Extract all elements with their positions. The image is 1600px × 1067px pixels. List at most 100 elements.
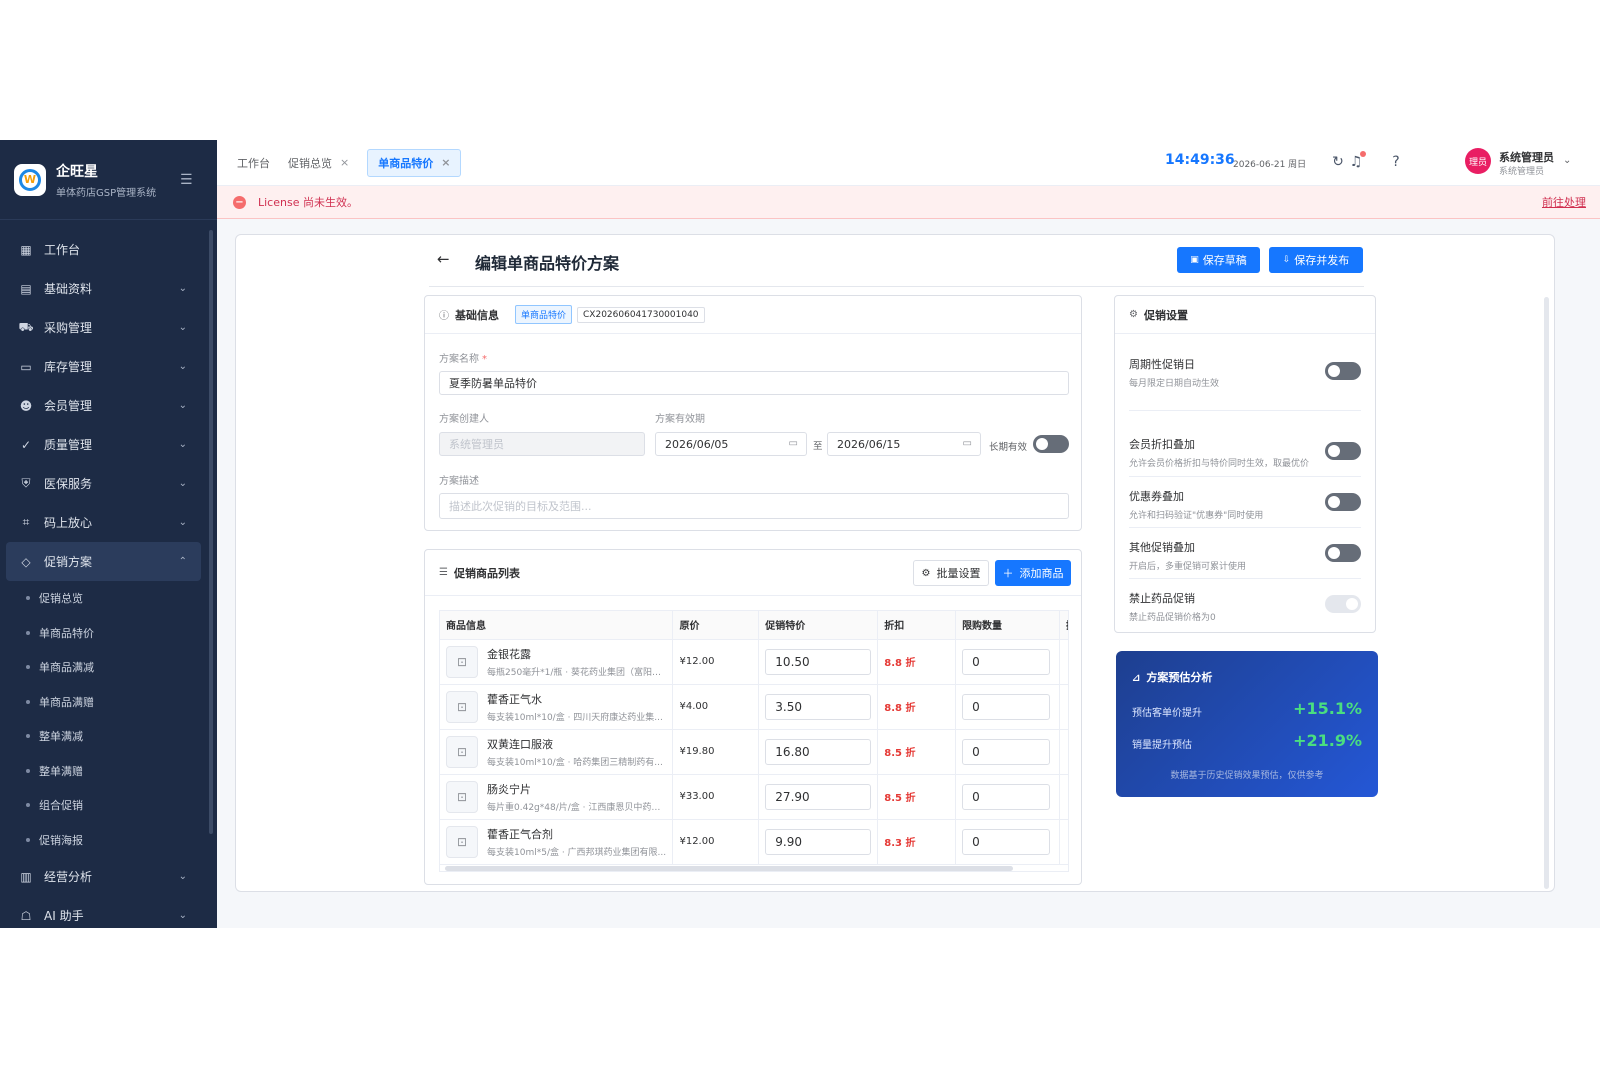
limit-qty-input[interactable]: 0 xyxy=(962,828,1051,855)
sidebar-item-label: 质量管理 xyxy=(44,438,93,452)
product-name: 双黄连口服液 xyxy=(487,737,553,751)
sidebar-item-insurance[interactable]: ⛨ 医保服务 ⌄ xyxy=(0,464,217,503)
table-header-row: 商品信息 原价 促销特价 折扣 限购数量 操 xyxy=(440,611,1068,640)
setting-desc: 允许和扫码验证"优惠券"同时使用 xyxy=(1129,511,1264,521)
label-text: 方案名称 xyxy=(439,354,479,365)
description-textarea[interactable]: 描述此次促销的目标及范围... xyxy=(439,493,1069,519)
limit-qty-input[interactable]: 0 xyxy=(962,693,1051,720)
sidebar-item-label: 促销总览 xyxy=(39,592,83,606)
sidebar-item-inventory[interactable]: ▭ 库存管理 ⌄ xyxy=(0,347,217,386)
sidebar-subitem-combo[interactable]: 组合促销 xyxy=(0,788,217,823)
limit-qty-input[interactable]: 0 xyxy=(962,648,1051,675)
robot-icon: ☖ xyxy=(20,908,32,923)
sidebar-subitem-poster[interactable]: 促销海报 xyxy=(0,823,217,858)
column-header: 商品信息 xyxy=(440,611,674,640)
sidebar-item-purchase[interactable]: ⛟ 采购管理 ⌄ xyxy=(0,308,217,347)
batch-settings-button[interactable]: ⚙ 批量设置 xyxy=(913,560,989,586)
analysis-label: 销量提升预估 xyxy=(1132,740,1192,751)
other-promo-toggle[interactable] xyxy=(1325,544,1361,562)
qr-icon: ⌗ xyxy=(22,515,30,529)
plan-name-input[interactable]: 夏季防暑单品特价 xyxy=(439,371,1069,395)
table-row: ⊡ 肠炎宁片 每片重0.42g*48/片/盒 · 江西康恩贝中药有... ¥33.0… xyxy=(440,774,1068,820)
sidebar-item-dashboard[interactable]: ▦ 工作台 xyxy=(0,230,217,269)
table-horizontal-scrollbar[interactable] xyxy=(445,866,1013,871)
tab-single-special[interactable]: 单商品特价 × xyxy=(367,148,462,177)
promo-price-input[interactable]: 16.80 xyxy=(765,738,872,765)
action-cell[interactable] xyxy=(1059,819,1068,865)
inventory-icon: ▭ xyxy=(20,359,32,374)
clock-date: 2026-06-21 周日 xyxy=(1233,160,1307,170)
action-cell[interactable] xyxy=(1059,774,1068,820)
cart-icon: ⛟ xyxy=(18,319,34,334)
sidebar-item-quality[interactable]: ✓ 质量管理 ⌄ xyxy=(0,425,217,464)
sidebar-item-promotion[interactable]: ◇ 促销方案 ⌃ xyxy=(6,542,201,581)
chevron-down-icon[interactable]: ⌄ xyxy=(1563,155,1571,166)
back-arrow-icon[interactable]: ← xyxy=(437,250,450,268)
title-text: 方案预估分析 xyxy=(1146,671,1213,684)
long-term-toggle[interactable] xyxy=(1033,435,1069,453)
refresh-icon[interactable]: ↻ xyxy=(1329,153,1347,171)
tab-promo-overview[interactable]: 促销总览 × xyxy=(288,155,349,171)
member-discount-toggle[interactable] xyxy=(1325,442,1361,460)
no-drug-promo-toggle xyxy=(1325,595,1361,613)
sidebar-subitem-single-special[interactable]: 单商品特价 xyxy=(0,616,217,651)
sidebar-item-label: 采购管理 xyxy=(44,321,93,335)
alert-action-link[interactable]: 前往处理 xyxy=(1542,194,1586,210)
product-image-icon: ⊡ xyxy=(446,645,478,678)
collapse-menu-icon[interactable]: ☰ xyxy=(180,172,193,188)
required-mark: * xyxy=(482,354,487,365)
action-cell[interactable] xyxy=(1059,639,1068,685)
button-label: 添加商品 xyxy=(1019,567,1064,580)
avatar[interactable]: 理员 xyxy=(1465,148,1491,174)
notification-dot xyxy=(1360,151,1366,157)
setting-desc: 禁止药品促销价格为0 xyxy=(1129,613,1216,623)
limit-qty-input[interactable]: 0 xyxy=(962,783,1051,810)
column-header: 限购数量 xyxy=(955,611,1061,640)
workspace-panel: ← 编辑单商品特价方案 ▣ 保存草稿 ⇩ 保存并发布 ⓘ 基础信息 单商品特价 CX… xyxy=(235,234,1555,892)
sidebar-item-ai-assistant[interactable]: ☖ AI 助手 ⌄ xyxy=(0,896,217,928)
periodic-toggle[interactable] xyxy=(1325,362,1361,380)
brand-subtitle: 单体药店GSP管理系统 xyxy=(56,187,157,199)
sidebar-subitem-single-discount[interactable]: 单商品满减 xyxy=(0,650,217,685)
sidebar-subitem-promo-overview[interactable]: 促销总览 xyxy=(0,581,217,616)
main-area: 工作台 促销总览 × 单商品特价 × 14:49:36 2026-06-21 周日 … xyxy=(217,140,1600,928)
action-cell[interactable] xyxy=(1059,684,1068,730)
save-draft-button[interactable]: ▣ 保存草稿 xyxy=(1177,247,1260,273)
upload-icon: ⇩ xyxy=(1282,255,1291,265)
end-date-picker[interactable]: 2026/06/15 ▭ xyxy=(827,432,981,456)
sidebar-subitem-order-gift[interactable]: 整单满赠 xyxy=(0,754,217,789)
shield-icon: ⛨ xyxy=(21,476,31,490)
sidebar-item-label: 工作台 xyxy=(44,243,81,257)
sidebar-item-label: 经营分析 xyxy=(44,870,93,884)
promo-price-input[interactable]: 27.90 xyxy=(765,783,872,810)
action-cell[interactable] xyxy=(1059,729,1068,775)
sidebar-item-qrcode[interactable]: ⌗ 码上放心 ⌄ xyxy=(0,503,217,542)
promo-price-input[interactable]: 3.50 xyxy=(765,693,872,720)
close-icon[interactable]: × xyxy=(340,156,349,169)
limit-qty-input[interactable]: 0 xyxy=(962,738,1051,765)
analysis-label: 预估客单价提升 xyxy=(1132,708,1202,719)
sidebar-item-basic-data[interactable]: ▤ 基础资料 ⌄ xyxy=(0,269,217,308)
sidebar-item-members[interactable]: ☻ 会员管理 ⌄ xyxy=(0,386,217,425)
sidebar-subitem-order-discount[interactable]: 整单满减 xyxy=(0,719,217,754)
promo-price-input[interactable]: 9.90 xyxy=(765,828,872,855)
analysis-note: 数据基于历史促销效果预估，仅供参考 xyxy=(1170,771,1324,781)
workspace-scrollbar[interactable] xyxy=(1544,297,1549,889)
add-product-button[interactable]: ＋ 添加商品 xyxy=(995,560,1071,586)
user-name[interactable]: 系统管理员 xyxy=(1499,149,1554,165)
coupon-toggle[interactable] xyxy=(1325,493,1361,511)
close-icon[interactable]: × xyxy=(441,156,450,169)
sidebar-item-label: 促销海报 xyxy=(39,833,83,847)
sidebar-subitem-single-gift[interactable]: 单商品满赠 xyxy=(0,685,217,720)
chevron-down-icon: ⌄ xyxy=(178,439,187,450)
tab-dashboard[interactable]: 工作台 xyxy=(237,155,270,171)
help-icon[interactable]: ? xyxy=(1387,153,1405,171)
sidebar-scrollbar[interactable] xyxy=(209,230,213,834)
save-publish-button[interactable]: ⇩ 保存并发布 xyxy=(1269,247,1363,273)
sidebar-item-label: 单商品满减 xyxy=(39,661,94,675)
creator-input: 系统管理员 xyxy=(439,432,645,456)
promo-price-input[interactable]: 10.50 xyxy=(765,648,872,675)
sidebar-item-analytics[interactable]: ▥ 经营分析 ⌄ xyxy=(0,857,217,896)
column-header: 折扣 xyxy=(877,611,957,640)
start-date-picker[interactable]: 2026/06/05 ▭ xyxy=(655,432,807,456)
